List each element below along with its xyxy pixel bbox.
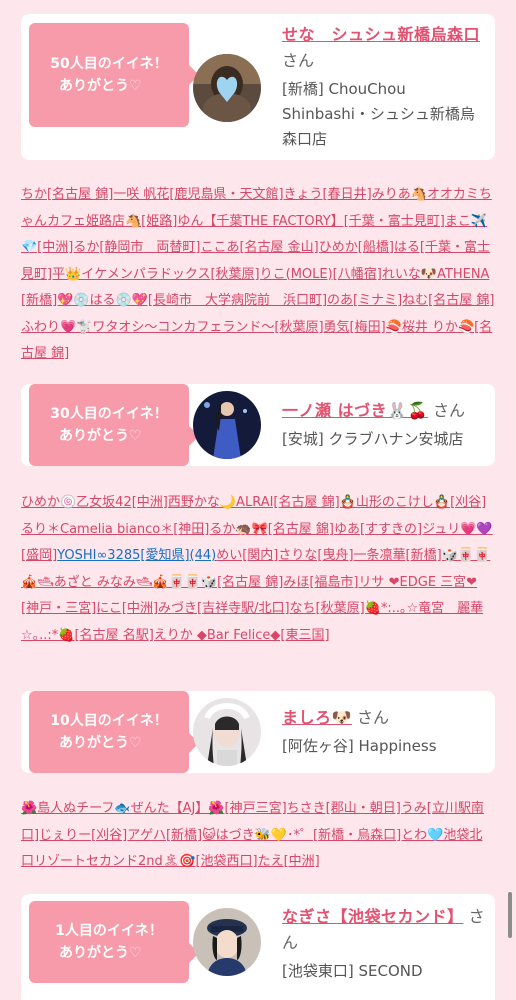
like-card-1: 1人目のイイネ！ ありがとう♡ なぎさ【池袋セカンド】 さん [池袋東口] SE… [21, 894, 495, 1000]
likers-list[interactable]: 🌺島人ぬチーフ🐟ぜんた【AJ】🌺[神戸三宮]ちさき[郡山・朝日]うみ[立川駅南口… [21, 796, 495, 876]
cast-name-link[interactable]: せな シュシュ新橋烏森口 [282, 25, 480, 44]
like-card-10: 10人目のイイネ！ ありがとう♡ ましろ🐶 さん [阿佐ヶ谷] Happines… [21, 691, 495, 773]
likers-links[interactable]: 🌺島人ぬチーフ🐟ぜんた【AJ】🌺[神戸三宮]ちさき[郡山・朝日]うみ[立川駅南口… [21, 801, 484, 869]
badge-thanks-text: ありがとう [59, 78, 129, 94]
special-liker-link[interactable]: YOSHI∞3285[愛知県](44) [57, 548, 216, 563]
heart-icon: ♡ [129, 945, 142, 961]
san-suffix: さん [282, 51, 315, 70]
heart-icon: ♡ [129, 78, 142, 94]
san-suffix: さん [357, 708, 390, 727]
shop-text: [阿佐ヶ谷] Happiness [282, 737, 437, 755]
badge-thanks-text: ありがとう [59, 428, 129, 444]
like-card-30: 30人目のイイネ！ ありがとう♡ 一ノ瀬 はづき🐰🍒 さん [安城] クラブハナ… [21, 384, 495, 466]
badge-count-text: 10人目のイイネ！ [50, 713, 168, 729]
badge-count-text: 30人目のイイネ！ [50, 406, 168, 422]
like-badge: 30人目のイイネ！ ありがとう♡ [29, 384, 199, 466]
cast-info: ましろ🐶 さん [阿佐ヶ谷] Happiness [282, 705, 485, 759]
cast-name-link[interactable]: ましろ🐶 [282, 708, 352, 727]
like-badge: 50人目のイイネ！ ありがとう♡ [29, 23, 199, 127]
scrollbar[interactable] [508, 892, 512, 938]
badge-count-text: 1人目のイイネ！ [55, 923, 163, 939]
heart-icon: ♡ [129, 428, 142, 444]
likers-list[interactable]: ひめか🍥乙女坂42[中洲]西野かな🌙ALRAI[名古屋 錦]🪆山形のこけし🪆[刈… [21, 490, 495, 649]
shop-text: [池袋東口] SECOND [282, 962, 423, 980]
like-badge: 1人目のイイネ！ ありがとう♡ [29, 901, 199, 983]
cast-info: なぎさ【池袋セカンド】 さん [池袋東口] SECOND [282, 904, 485, 984]
san-suffix: さん [433, 401, 466, 420]
heart-icon: ♡ [129, 735, 142, 751]
cast-info: せな シュシュ新橋烏森口 さん [新橋] ChouChou Shinbashi・… [282, 22, 485, 152]
avatar[interactable] [193, 54, 261, 122]
cast-name-link[interactable]: 一ノ瀬 はづき🐰🍒 [282, 401, 428, 420]
badge-count-text: 50人目のイイネ！ [50, 56, 168, 72]
cast-name-link[interactable]: なぎさ【池袋セカンド】 [282, 907, 464, 926]
avatar[interactable] [193, 908, 261, 976]
cast-info: 一ノ瀬 はづき🐰🍒 さん [安城] クラブハナン安城店 [282, 398, 485, 452]
shop-text: [安城] クラブハナン安城店 [282, 430, 464, 448]
likers-links[interactable]: ちか[名古屋 錦]一咲 帆花[鹿児島県・天文館]きょう[春日井]みりあ🐴オオカミ… [21, 187, 494, 361]
like-badge: 10人目のイイネ！ ありがとう♡ [29, 691, 199, 773]
likers-list[interactable]: ちか[名古屋 錦]一咲 帆花[鹿児島県・天文館]きょう[春日井]みりあ🐴オオカミ… [21, 182, 495, 368]
avatar[interactable] [193, 698, 261, 766]
shop-text: [新橋] ChouChou Shinbashi・シュシュ新橋烏森口店 [282, 80, 475, 148]
avatar[interactable] [193, 391, 261, 459]
badge-thanks-text: ありがとう [59, 735, 129, 751]
like-card-50: 50人目のイイネ！ ありがとう♡ せな シュシュ新橋烏森口 さん [新橋] Ch… [21, 14, 495, 160]
badge-thanks-text: ありがとう [59, 945, 129, 961]
